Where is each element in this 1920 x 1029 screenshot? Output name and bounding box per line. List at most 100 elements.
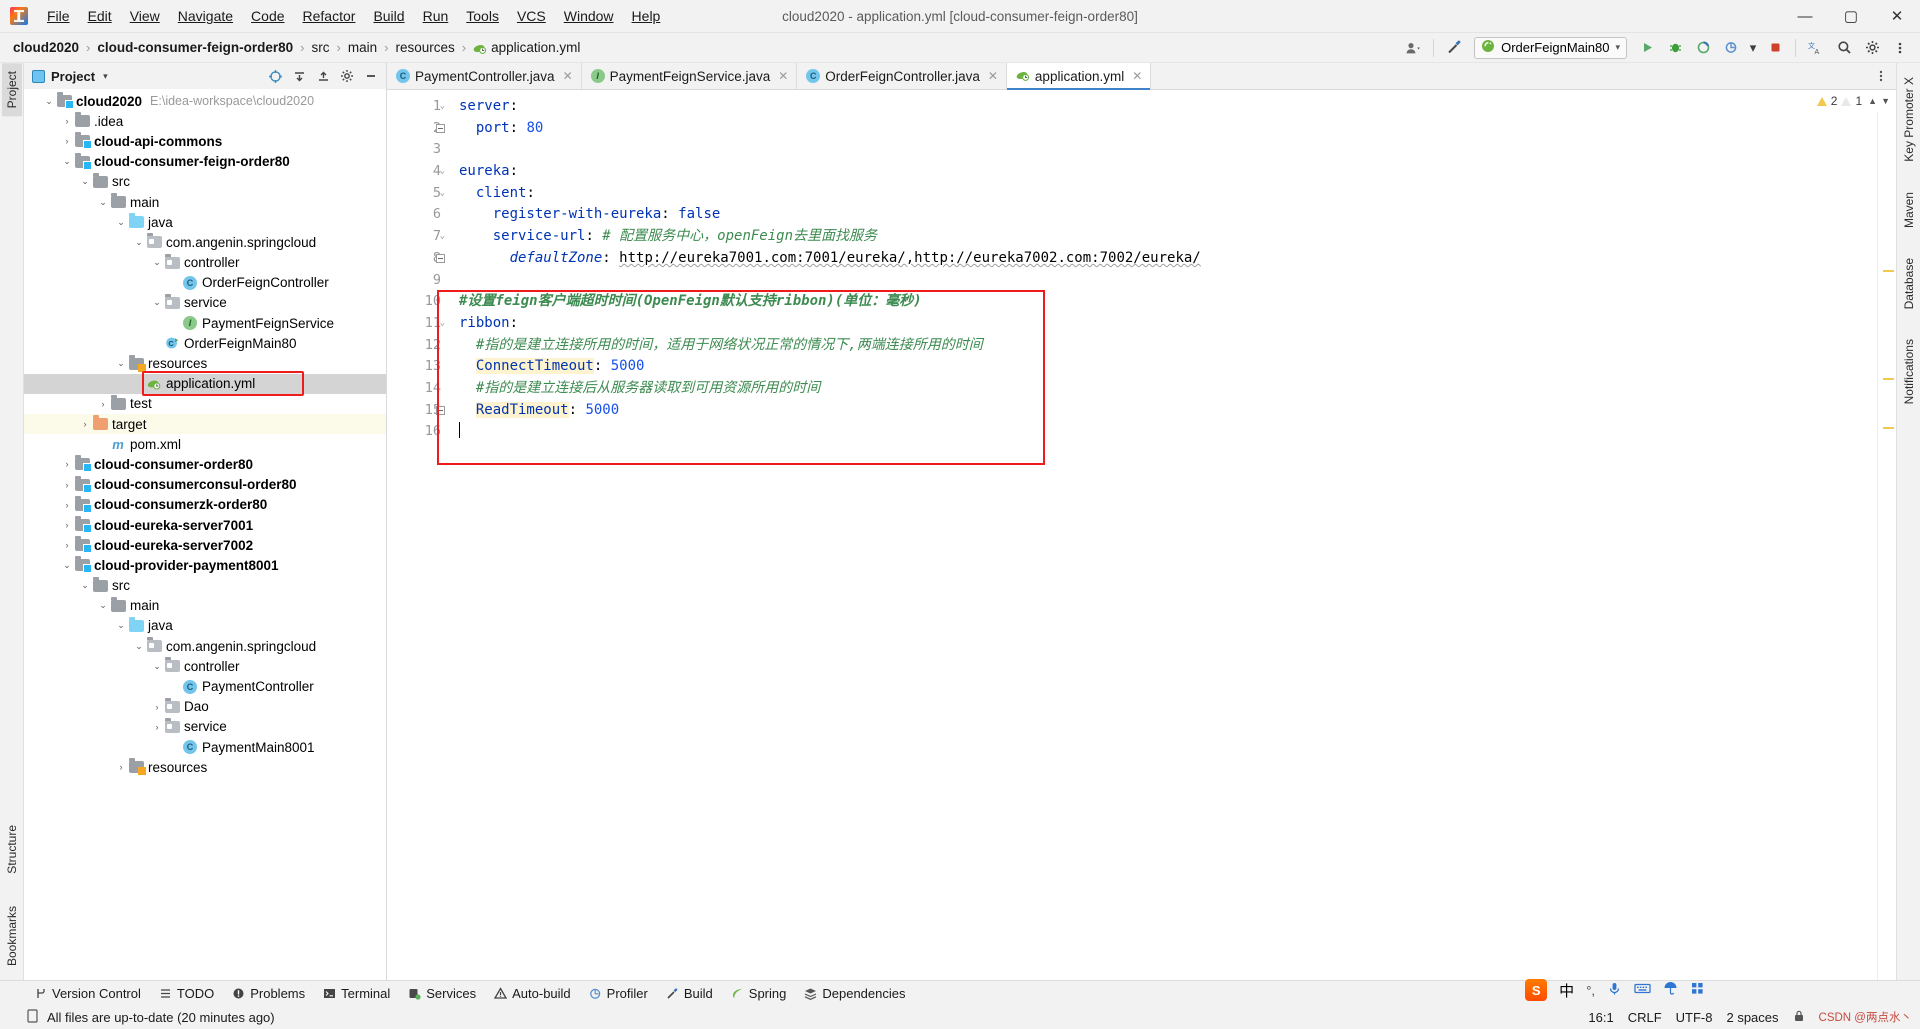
chevron-right-icon[interactable]: ›	[60, 459, 74, 469]
code-line-13[interactable]: ConnectTimeout: 5000	[449, 356, 1877, 378]
tool-button-terminal[interactable]: Terminal	[315, 984, 398, 1003]
fold-collapse-icon[interactable]	[436, 405, 445, 415]
gear-icon[interactable]	[1860, 37, 1884, 59]
ime-punctuation-label[interactable]: °,	[1586, 983, 1595, 998]
tree-node-cloud-eureka-server7002[interactable]: › cloud-eureka-server7002	[24, 535, 386, 555]
translate-icon[interactable]: 文A	[1804, 37, 1828, 59]
tree-node-test[interactable]: › test	[24, 394, 386, 414]
code-line-16[interactable]	[449, 421, 1877, 443]
profiler-button[interactable]	[1719, 37, 1743, 59]
menu-navigate[interactable]: Navigate	[169, 4, 242, 28]
code-line-10[interactable]: #设置feign客户端超时时间(OpenFeign默认支持ribbon)(单位：…	[449, 291, 1877, 313]
tree-node-paymentcontroller[interactable]: C PaymentController	[24, 676, 386, 696]
lock-icon[interactable]	[1793, 1009, 1805, 1026]
chevron-down-icon[interactable]: ⌄	[114, 620, 128, 631]
breadcrumb-src[interactable]: src	[309, 38, 333, 57]
ime-toolbar[interactable]: S 中 °,	[1525, 979, 1705, 1001]
select-opened-file-icon[interactable]	[264, 65, 286, 87]
prev-problem-icon[interactable]: ▲	[1868, 96, 1877, 106]
more-icon[interactable]	[1888, 37, 1912, 59]
menu-tools[interactable]: Tools	[457, 4, 508, 28]
menu-refactor[interactable]: Refactor	[294, 4, 365, 28]
run-configuration-selector[interactable]: OrderFeignMain80 ▾	[1474, 36, 1627, 59]
tool-tab-key-promoter[interactable]: Key Promoter X	[1899, 69, 1919, 170]
chevron-down-icon[interactable]: ⌄	[132, 237, 146, 248]
user-avatar-icon[interactable]	[1401, 37, 1425, 59]
close-icon[interactable]: ✕	[563, 69, 573, 83]
menu-build[interactable]: Build	[364, 4, 413, 28]
caret-position[interactable]: 16:1	[1588, 1010, 1613, 1025]
close-icon[interactable]: ✕	[988, 69, 998, 83]
next-problem-icon[interactable]: ▼	[1881, 96, 1890, 106]
chevron-right-icon[interactable]: ›	[150, 702, 164, 712]
code-line-8[interactable]: defaultZone: http://eureka7001.com:7001/…	[449, 248, 1877, 270]
chevron-down-icon[interactable]: ▾	[103, 71, 108, 82]
tree-node-target[interactable]: › target	[24, 414, 386, 435]
project-tree[interactable]: ⌄ cloud2020 E:\idea-workspace\cloud2020 › .i…	[24, 89, 386, 980]
code-content[interactable]: server: port: 80 eureka: client: registe…	[449, 90, 1877, 980]
search-icon[interactable]	[1832, 37, 1856, 59]
code-line-12[interactable]: #指的是建立连接所用的时间，适用于网络状况正常的情况下,两端连接所用的时间	[449, 335, 1877, 357]
tool-button-problems[interactable]: Problems	[224, 984, 313, 1003]
menu-vcs[interactable]: VCS	[508, 4, 555, 28]
chevron-right-icon[interactable]: ›	[60, 500, 74, 510]
menu-edit[interactable]: Edit	[79, 4, 121, 28]
tree-node-cloud-api-commons[interactable]: › cloud-api-commons	[24, 131, 386, 151]
tab-PaymentFeignService[interactable]: I PaymentFeignService.java ✕	[581, 63, 798, 89]
tab-application-yml[interactable]: application.yml ✕	[1006, 63, 1152, 90]
tree-node-cloud-eureka-server7001[interactable]: › cloud-eureka-server7001	[24, 515, 386, 535]
chevron-down-icon[interactable]: ⌄	[132, 641, 146, 652]
code-line-6[interactable]: register-with-eureka: false	[449, 204, 1877, 226]
tree-node-resources[interactable]: ⌄ resources	[24, 353, 386, 373]
tab-PaymentController[interactable]: C PaymentController.java ✕	[387, 63, 582, 89]
chevron-right-icon[interactable]: ›	[60, 540, 74, 550]
chevron-down-icon[interactable]: ⌄	[114, 358, 128, 369]
file-encoding[interactable]: UTF-8	[1676, 1010, 1713, 1025]
menu-code[interactable]: Code	[242, 4, 293, 28]
breadcrumb-cloud2020[interactable]: cloud2020	[10, 38, 82, 57]
chevron-down-icon[interactable]: ⌄	[150, 297, 164, 308]
umbrella-icon[interactable]	[1663, 981, 1678, 999]
code-line-7[interactable]: service-url: # 配置服务中心，openFeign去里面找服务	[449, 226, 1877, 248]
chevron-down-icon[interactable]: ▾	[1747, 37, 1759, 59]
chevron-down-icon[interactable]: ⌄	[150, 257, 164, 268]
fold-region-icon[interactable]: ⌄	[436, 232, 445, 241]
menu-help[interactable]: Help	[623, 4, 670, 28]
tool-button-auto-build[interactable]: Auto-build	[486, 984, 579, 1003]
grid-icon[interactable]	[1690, 981, 1705, 999]
close-icon[interactable]: ✕	[1132, 69, 1142, 83]
tool-button-version-control[interactable]: Version Control	[26, 984, 149, 1003]
tree-node-dao[interactable]: › Dao	[24, 697, 386, 717]
tree-node-cloud-provider-payment8001[interactable]: ⌄ cloud-provider-payment8001	[24, 555, 386, 575]
tab-OrderFeignController[interactable]: C OrderFeignController.java ✕	[797, 63, 1007, 89]
fold-region-icon[interactable]: ⌄	[436, 319, 445, 328]
debug-button[interactable]	[1663, 37, 1687, 59]
chevron-right-icon[interactable]: ›	[78, 419, 92, 429]
tool-button-todo[interactable]: TODO	[151, 984, 222, 1003]
code-viewport[interactable]: 12345678910111213141516⌄⌄⌄⌄⌄ server: por…	[387, 90, 1896, 980]
tool-tab-bookmarks[interactable]: Bookmarks	[2, 898, 22, 974]
line-separator[interactable]: CRLF	[1628, 1010, 1662, 1025]
menu-run[interactable]: Run	[414, 4, 458, 28]
chevron-right-icon[interactable]: ›	[60, 520, 74, 530]
tree-node-java[interactable]: ⌄ java	[24, 212, 386, 232]
tree-node-service[interactable]: › service	[24, 717, 386, 737]
main-menu[interactable]: File Edit View Navigate Code Refactor Bu…	[38, 4, 669, 28]
tool-tab-notifications[interactable]: Notifications	[1899, 331, 1919, 412]
tree-node-cloud-consumer-feign-order80[interactable]: ⌄ cloud-consumer-feign-order80	[24, 152, 386, 172]
tree-node-orderfeignmain80[interactable]: C OrderFeignMain80	[24, 333, 386, 353]
tool-tab-database[interactable]: Database	[1899, 250, 1919, 317]
mic-icon[interactable]	[1607, 981, 1622, 999]
code-line-5[interactable]: client:	[449, 183, 1877, 205]
close-button[interactable]: ✕	[1874, 0, 1920, 33]
code-line-15[interactable]: ReadTimeout: 5000	[449, 400, 1877, 422]
inspection-marker[interactable]	[1883, 378, 1894, 380]
breadcrumb-resources[interactable]: resources	[392, 38, 457, 57]
tool-button-spring[interactable]: Spring	[723, 984, 795, 1003]
editor-tabs-more[interactable]	[1866, 63, 1896, 89]
minimize-button[interactable]: —	[1782, 0, 1828, 33]
fold-region-icon[interactable]: ⌄	[436, 188, 445, 198]
ime-logo-icon[interactable]: S	[1525, 979, 1548, 1001]
chevron-right-icon[interactable]: ›	[60, 136, 74, 146]
chevron-down-icon[interactable]: ⌄	[114, 217, 128, 228]
